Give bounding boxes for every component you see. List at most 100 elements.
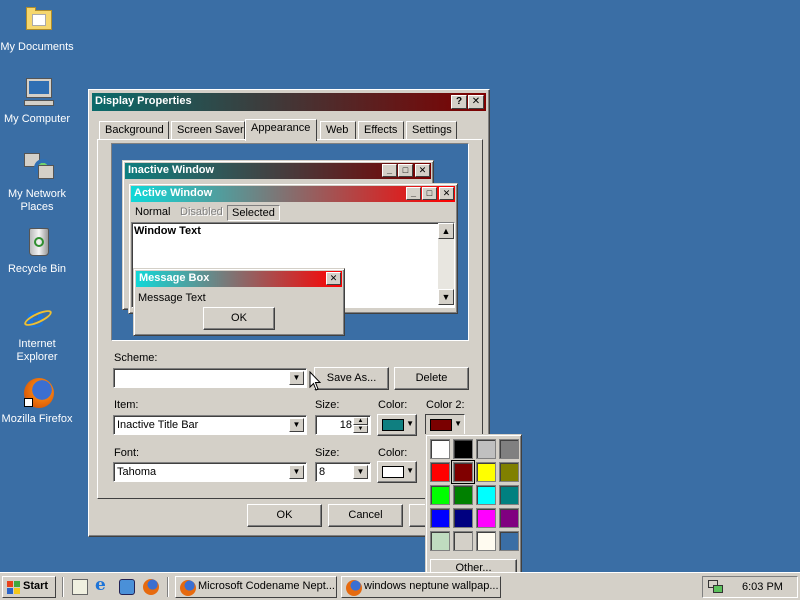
desktop-icon-recycle-bin[interactable]: Recycle Bin <box>0 226 74 276</box>
palette-color-cell[interactable] <box>499 531 519 551</box>
chevron-down-icon: ▼ <box>406 419 414 428</box>
internet-explorer-icon: e <box>20 301 54 335</box>
palette-color-cell[interactable] <box>453 485 473 505</box>
font-select[interactable]: Tahoma ▼ <box>113 462 307 482</box>
palette-color-cell[interactable] <box>476 439 496 459</box>
delete-button[interactable]: Delete <box>394 367 469 390</box>
ok-button[interactable]: OK <box>247 504 322 527</box>
palette-color-cell[interactable] <box>430 439 450 459</box>
chevron-down-icon[interactable]: ▼ <box>289 418 304 432</box>
tab-screen-saver[interactable]: Screen Saver <box>171 121 245 140</box>
maximize-icon: □ <box>422 187 437 200</box>
palette-color-cell[interactable] <box>476 462 496 482</box>
color-label: Color: <box>378 399 408 411</box>
network-icon <box>20 151 54 185</box>
size-label: Size: <box>315 399 340 411</box>
palette-color-cell[interactable] <box>430 508 450 528</box>
preview-active-title: Active Window <box>134 187 213 199</box>
palette-color-cell[interactable] <box>453 439 473 459</box>
font-value: Tahoma <box>117 466 157 478</box>
tasks-divider <box>167 577 169 597</box>
tab-settings[interactable]: Settings <box>406 121 457 140</box>
palette-color-cell[interactable] <box>430 462 450 482</box>
color2-label: Color 2: <box>426 399 465 411</box>
desktop-icon-my-network-places[interactable]: My Network Places <box>0 151 74 214</box>
recycle-bin-icon <box>20 226 54 260</box>
close-button[interactable]: ✕ <box>468 95 484 109</box>
appearance-preview[interactable]: Inactive Window _ □ ✕ Active Window _ □ … <box>111 143 469 341</box>
save-as-button[interactable]: Save As... <box>314 367 389 390</box>
chevron-down-icon[interactable]: ▼ <box>289 371 304 385</box>
tab-appearance[interactable]: Appearance <box>245 119 317 141</box>
clock[interactable]: 6:03 PM <box>742 581 783 593</box>
preview-menu-normal: Normal <box>135 206 171 218</box>
palette-color-cell[interactable] <box>451 460 475 484</box>
system-tray: 6:03 PM <box>702 576 798 598</box>
close-icon: ✕ <box>326 272 341 285</box>
tab-web[interactable]: Web <box>320 121 356 140</box>
dialog-titlebar[interactable]: Display Properties ? ✕ <box>92 93 486 111</box>
preview-menu-selected: Selected <box>227 205 280 221</box>
item-label: Item: <box>114 399 139 411</box>
font-color-label: Color: <box>378 447 408 459</box>
font-size-value: 8 <box>319 466 326 478</box>
desktop-icon-label: Internet Explorer <box>16 338 58 363</box>
palette-color-cell[interactable] <box>453 508 473 528</box>
scroll-up-icon: ▲ <box>438 223 454 239</box>
desktop-icon-internet-explorer[interactable]: e Internet Explorer <box>0 301 74 364</box>
tab-background[interactable]: Background <box>99 121 169 140</box>
item-color-button[interactable]: ▼ <box>377 414 417 436</box>
font-color-swatch <box>382 466 404 478</box>
palette-color-cell[interactable] <box>453 531 473 551</box>
computer-icon <box>20 76 54 110</box>
mouse-cursor-icon <box>309 371 322 391</box>
font-color-button[interactable]: ▼ <box>377 461 417 483</box>
outlook-express-icon[interactable] <box>119 579 135 595</box>
task-button-2[interactable]: windows neptune wallpap... <box>341 576 501 598</box>
chevron-down-icon: ▼ <box>406 466 414 475</box>
palette-color-cell[interactable] <box>499 462 519 482</box>
internet-explorer-icon[interactable]: e <box>95 577 106 594</box>
chevron-down-icon: ▼ <box>454 419 462 428</box>
palette-color-cell[interactable] <box>499 485 519 505</box>
scheme-select[interactable]: ▼ <box>113 368 307 388</box>
desktop-icon-my-documents[interactable]: My Documents <box>0 4 74 54</box>
tab-effects[interactable]: Effects <box>358 121 404 140</box>
font-size-label: Size: <box>315 447 340 459</box>
chevron-down-icon[interactable]: ▼ <box>353 465 368 479</box>
item-select[interactable]: Inactive Title Bar ▼ <box>113 415 307 435</box>
help-button[interactable]: ? <box>451 95 467 109</box>
palette-color-cell[interactable] <box>476 485 496 505</box>
palette-color-cell[interactable] <box>476 508 496 528</box>
chevron-down-icon[interactable]: ▼ <box>289 465 304 479</box>
desktop-icon-mozilla-firefox[interactable]: ↗ Mozilla Firefox <box>0 376 74 426</box>
firefox-icon[interactable] <box>143 579 159 595</box>
spin-up-icon[interactable]: ▲ <box>353 417 368 425</box>
item-size-spinner[interactable]: 18 ▲ ▼ <box>315 415 371 435</box>
spin-down-icon[interactable]: ▼ <box>353 425 368 433</box>
minimize-icon: _ <box>382 164 397 177</box>
item-color2-button[interactable]: ▼ <box>425 414 465 436</box>
item-color2-swatch <box>430 419 452 431</box>
start-button[interactable]: Start <box>2 576 56 598</box>
palette-color-cell[interactable] <box>499 439 519 459</box>
font-label: Font: <box>114 447 140 459</box>
task-button-1[interactable]: Microsoft Codename Nept... <box>175 576 337 598</box>
palette-color-cell[interactable] <box>476 531 496 551</box>
palette-color-cell[interactable] <box>430 485 450 505</box>
font-size-select[interactable]: 8 ▼ <box>315 462 371 482</box>
close-icon: ✕ <box>439 187 454 200</box>
preview-msgbox-title: Message Box <box>139 272 210 284</box>
quicklaunch-divider <box>62 577 64 597</box>
palette-color-cell[interactable] <box>499 508 519 528</box>
desktop-icon-my-computer[interactable]: My Computer <box>0 76 74 126</box>
preview-window-text: Window Text <box>134 225 201 237</box>
network-tray-icon[interactable] <box>708 580 724 594</box>
desktop-icon-label: Mozilla Firefox <box>1 413 73 425</box>
scheme-label: Scheme: <box>114 352 158 364</box>
preview-inactive-title: Inactive Window <box>128 164 215 176</box>
show-desktop-icon[interactable] <box>72 579 88 595</box>
palette-color-cell[interactable] <box>430 531 450 551</box>
preview-active-titlebar: Active Window _ □ ✕ <box>131 186 455 202</box>
cancel-button[interactable]: Cancel <box>328 504 403 527</box>
